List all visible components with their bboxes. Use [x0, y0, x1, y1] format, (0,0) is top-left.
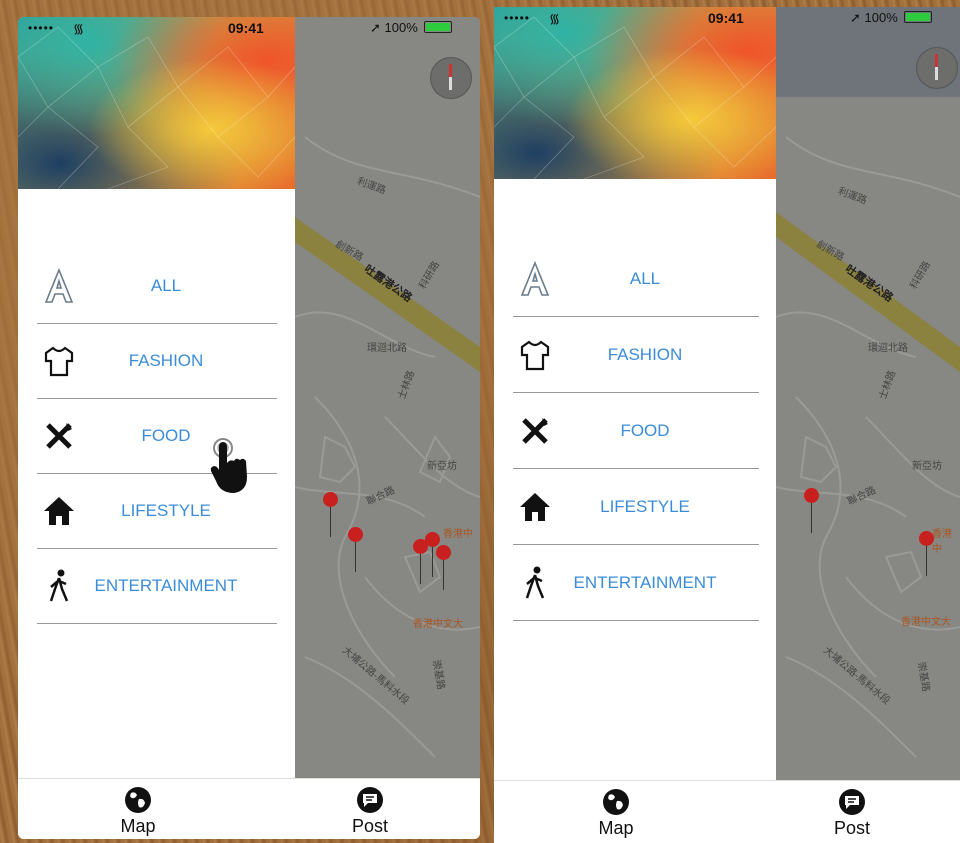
status-bar: ••••• ᯾ 09:41 ➚ 100%: [18, 17, 480, 41]
chat-bubble-icon: [839, 789, 865, 815]
map-canvas: [295, 17, 480, 779]
tshirt-icon: [517, 337, 553, 373]
wifi-icon: ᯾: [549, 11, 561, 26]
home-icon: [517, 489, 553, 525]
home-icon: [41, 493, 77, 529]
compass-button[interactable]: [430, 57, 472, 99]
menu-item-all[interactable]: ALL: [37, 249, 277, 324]
battery-percent: 100%: [864, 10, 898, 25]
wifi-icon: ᯾: [73, 21, 85, 36]
map-pin[interactable]: [804, 488, 819, 533]
tshirt-icon: [41, 343, 77, 379]
menu-item-food[interactable]: FOOD: [513, 393, 759, 469]
compass-button[interactable]: [916, 47, 958, 89]
status-time: 09:41: [708, 10, 744, 26]
polygon-pattern: [18, 26, 295, 189]
letter-a-icon: [517, 260, 553, 297]
map-label-poi1: 香港中文大: [901, 617, 951, 628]
menu-header-artwork: [18, 17, 295, 189]
map-canvas: [776, 7, 960, 783]
map-view[interactable]: 利運路 創新路 吐露港公路 科研路 環迴北路 士林路 新亞坊 聯合路 香港中 香…: [295, 17, 480, 779]
phone-screen-left: 利運路 創新路 吐露港公路 科研路 環迴北路 士林路 新亞坊 聯合路 香港中 香…: [18, 17, 480, 839]
signal-icon: •••••: [28, 21, 55, 35]
fork-knife-icon: [41, 418, 77, 454]
map-pin[interactable]: [348, 527, 363, 572]
menu-item-entertainment[interactable]: ENTERTAINMENT: [513, 545, 759, 621]
map-label-poi2: 香港中: [443, 529, 473, 540]
location-arrow-icon: ➚: [370, 20, 381, 35]
map-view[interactable]: 利運路 創新路 吐露港公路 科研路 環迴北路 士林路 新亞坊 聯合路 香港中 香…: [776, 7, 960, 783]
tab-post-label: Post: [833, 818, 871, 838]
letter-a-icon: [41, 268, 77, 304]
location-arrow-icon: ➚: [850, 10, 861, 25]
tab-post-label: Post: [351, 816, 389, 836]
tab-post[interactable]: Post: [330, 785, 410, 837]
map-pin[interactable]: [919, 531, 934, 576]
battery-percent: 100%: [384, 20, 418, 35]
polygon-pattern: [494, 16, 776, 179]
menu-item-lifestyle[interactable]: LIFESTYLE: [513, 469, 759, 545]
walking-person-icon: [41, 568, 77, 604]
map-pin[interactable]: [323, 492, 338, 537]
tab-post[interactable]: Post: [812, 787, 892, 839]
tab-map-label: Map: [120, 816, 156, 836]
status-time: 09:41: [228, 20, 264, 36]
status-bar: ••••• ᯾ 09:41 ➚ 100%: [494, 7, 960, 31]
tap-gesture-hand-icon: [206, 435, 256, 502]
tab-bar: Map Post: [494, 780, 960, 843]
map-label-poi1: 香港中文大: [413, 619, 463, 630]
map-label-poi2: 香港中: [932, 529, 952, 555]
walking-person-icon: [517, 565, 553, 601]
globe-icon: [603, 789, 629, 815]
tab-map[interactable]: Map: [576, 787, 656, 839]
status-battery: ➚ 100%: [850, 10, 933, 26]
battery-icon: [904, 11, 933, 23]
map-pin[interactable]: [436, 545, 451, 590]
menu-item-entertainment[interactable]: ENTERTAINMENT: [37, 549, 277, 624]
battery-icon: [424, 21, 453, 33]
tab-bar: Map Post: [18, 778, 480, 839]
tab-map-label: Map: [598, 818, 634, 838]
map-label-road4: 環迴北路: [367, 343, 407, 354]
phone-screen-right: 利運路 創新路 吐露港公路 科研路 環迴北路 士林路 新亞坊 聯合路 香港中 香…: [494, 7, 960, 843]
tab-map[interactable]: Map: [98, 785, 178, 837]
map-label-road6: 新亞坊: [912, 461, 942, 472]
map-label-road6: 新亞坊: [427, 461, 457, 472]
menu-item-all[interactable]: ALL: [513, 241, 759, 317]
chat-bubble-icon: [357, 787, 383, 813]
fork-knife-icon: [517, 413, 553, 449]
category-menu: ALL FASHION FOOD LIFESTYLE ENTERTAINMENT: [513, 241, 759, 621]
globe-icon: [125, 787, 151, 813]
menu-header-artwork: [494, 7, 776, 179]
map-label-road4: 環迴北路: [868, 343, 908, 354]
menu-item-fashion[interactable]: FASHION: [513, 317, 759, 393]
status-battery: ➚ 100%: [370, 20, 453, 36]
menu-item-fashion[interactable]: FASHION: [37, 324, 277, 399]
signal-icon: •••••: [504, 11, 531, 25]
